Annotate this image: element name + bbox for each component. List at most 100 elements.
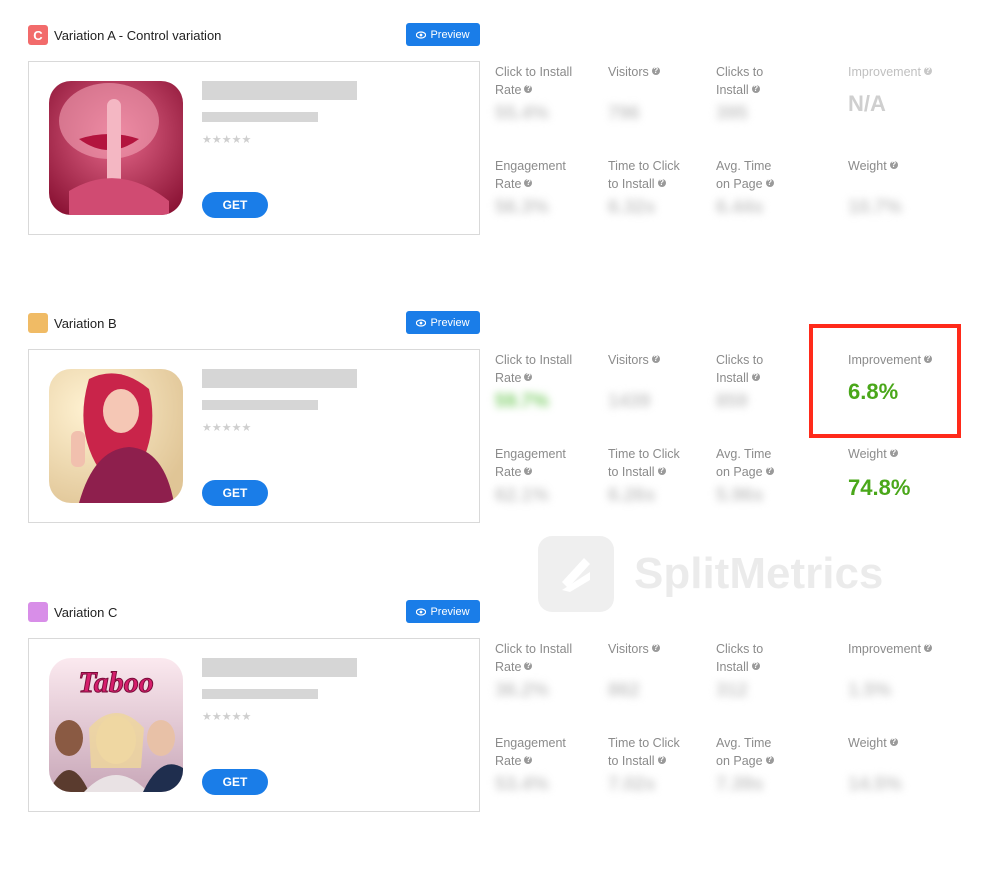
metric-value: 6.32s: [608, 197, 656, 218]
preview-label: Preview: [430, 28, 470, 41]
metric-visitors: Visitors? 862: [608, 640, 728, 702]
metric-weight: Weight? 10.7%: [848, 157, 968, 219]
app-icon: [49, 81, 183, 215]
app-card: ★★★★★ GET: [28, 349, 480, 523]
get-button[interactable]: GET: [202, 480, 268, 506]
metric-improvement: Improvement? N/A: [848, 63, 968, 117]
metric-time-to-click: Time to Click to Install? 7.02s: [608, 734, 728, 796]
eye-icon: [416, 30, 427, 39]
variation-header: Variation C: [28, 600, 117, 624]
eye-icon: [416, 318, 427, 327]
question-icon[interactable]: ?: [923, 67, 932, 75]
preview-label: Preview: [430, 316, 470, 329]
metric-ctir: Click to Install Rate? 55.4%: [495, 63, 615, 125]
metric-weight: Weight? 74.8%: [848, 445, 968, 501]
preview-button[interactable]: Preview: [406, 23, 480, 46]
metric-value: 62.1%: [495, 485, 549, 506]
metric-visitors: Visitors? 1439: [608, 351, 728, 413]
question-icon[interactable]: ?: [657, 467, 666, 475]
app-name-placeholder: [202, 369, 357, 388]
question-icon[interactable]: ?: [524, 373, 533, 381]
question-icon[interactable]: ?: [889, 738, 898, 746]
question-icon[interactable]: ?: [524, 662, 533, 670]
question-icon[interactable]: ?: [765, 756, 774, 764]
metric-improvement: Improvement? 1.5%: [848, 640, 968, 702]
metric-value: 7.39s: [716, 774, 764, 795]
question-icon[interactable]: ?: [524, 85, 533, 93]
metric-value: 6.44s: [716, 197, 764, 218]
metric-value: 1439: [608, 391, 651, 412]
variation-header: C Variation A - Control variation: [28, 23, 221, 47]
metric-value: 796: [608, 103, 640, 124]
question-icon[interactable]: ?: [751, 85, 760, 93]
color-swatch: [28, 313, 48, 333]
metric-avg-time: Avg. Time on Page? 7.39s: [716, 734, 836, 796]
preview-button[interactable]: Preview: [406, 600, 480, 623]
metric-value: 10.7%: [848, 197, 902, 218]
question-icon[interactable]: ?: [765, 467, 774, 475]
rating-stars: ★★★★★: [202, 711, 252, 723]
app-icon: [49, 369, 183, 503]
question-icon[interactable]: ?: [751, 662, 760, 670]
color-swatch: [28, 602, 48, 622]
control-badge: C: [28, 25, 48, 45]
question-icon[interactable]: ?: [765, 179, 774, 187]
question-icon[interactable]: ?: [651, 355, 660, 363]
variation-a: C Variation A - Control variation Previe…: [0, 23, 981, 303]
question-icon[interactable]: ?: [651, 67, 660, 75]
metric-avg-time: Avg. Time on Page? 5.96s: [716, 445, 836, 507]
question-icon[interactable]: ?: [751, 373, 760, 381]
rating-stars: ★★★★★: [202, 134, 252, 146]
metric-value: 55.4%: [495, 103, 549, 124]
metric-ctir: Click to Install Rate? 36.2%: [495, 640, 615, 702]
question-icon[interactable]: ?: [524, 756, 533, 764]
variation-title: Variation C: [54, 604, 118, 620]
variation-title: Variation B: [54, 315, 117, 331]
metric-value: 312: [716, 680, 748, 701]
question-icon[interactable]: ?: [524, 467, 533, 475]
question-icon[interactable]: ?: [657, 756, 666, 764]
watermark-text: SplitMetrics: [634, 549, 884, 598]
metric-avg-time: Avg. Time on Page? 6.44s: [716, 157, 836, 219]
metric-value: 395: [716, 103, 748, 124]
metric-value: 56.3%: [495, 197, 549, 218]
metric-value: 14.5%: [848, 774, 902, 795]
question-icon[interactable]: ?: [524, 179, 533, 187]
eye-icon: [416, 607, 427, 616]
metric-engagement: Engagement Rate? 56.3%: [495, 157, 615, 219]
app-subtitle-placeholder: [202, 689, 318, 699]
question-icon[interactable]: ?: [651, 644, 660, 652]
metric-clicks: Clicks to Install? 395: [716, 63, 836, 125]
question-icon[interactable]: ?: [923, 644, 932, 652]
question-icon[interactable]: ?: [889, 449, 898, 457]
metric-value: 6.26s: [608, 485, 656, 506]
rating-stars: ★★★★★: [202, 422, 252, 434]
app-subtitle-placeholder: [202, 112, 318, 122]
metric-value: 7.02s: [608, 774, 656, 795]
improvement-highlight-box: [809, 324, 961, 438]
app-name-placeholder: [202, 658, 357, 677]
get-button[interactable]: GET: [202, 769, 268, 795]
get-button[interactable]: GET: [202, 192, 268, 218]
metric-value: 59.7%: [495, 391, 549, 412]
metric-value: N/A: [848, 91, 886, 116]
metric-weight: Weight? 14.5%: [848, 734, 968, 796]
variation-c: Variation C Preview Taboo ★★★★★ GET Clic…: [0, 600, 981, 880]
question-icon[interactable]: ?: [889, 161, 898, 169]
metric-visitors: Visitors? 796: [608, 63, 728, 125]
app-name-placeholder: [202, 81, 357, 100]
question-icon[interactable]: ?: [657, 179, 666, 187]
svg-text:Taboo: Taboo: [78, 666, 154, 699]
variation-title: Variation A - Control variation: [54, 27, 222, 43]
app-icon: Taboo: [49, 658, 183, 792]
metric-value: 5.96s: [716, 485, 764, 506]
metric-value: 1.5%: [848, 680, 892, 701]
weight-value: 74.8%: [848, 475, 911, 500]
metric-time-to-click: Time to Click to Install? 6.32s: [608, 157, 728, 219]
app-subtitle-placeholder: [202, 400, 318, 410]
metric-ctir: Click to Install Rate? 59.7%: [495, 351, 615, 413]
preview-button[interactable]: Preview: [406, 311, 480, 334]
metric-time-to-click: Time to Click to Install? 6.26s: [608, 445, 728, 507]
metric-value: 862: [608, 680, 640, 701]
app-card: ★★★★★ GET: [28, 61, 480, 235]
